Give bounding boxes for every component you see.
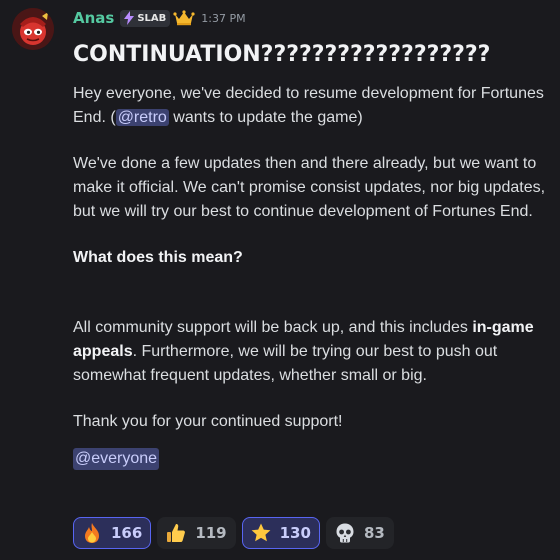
star-emoji-icon: [250, 522, 272, 544]
reaction-star[interactable]: 130: [241, 517, 320, 549]
user-mention[interactable]: @retro: [115, 109, 169, 126]
crown-icon: [173, 10, 195, 26]
paragraph-support: All community support will be back up, a…: [73, 316, 553, 388]
message-header: Anas SLAB 1:37 PM: [73, 7, 246, 29]
reactions-bar: 166 119 130 83: [73, 517, 394, 549]
avatar-image: [12, 8, 54, 50]
avatar[interactable]: [12, 8, 54, 50]
lightning-bolt-icon: [123, 11, 135, 25]
paragraph-support-text-2: . Furthermore, we will be trying our bes…: [73, 343, 498, 384]
thumbs-up-emoji-icon: [165, 522, 187, 544]
paragraph-support-text-1: All community support will be back up, a…: [73, 319, 473, 336]
paragraph-thanks: Thank you for your continued support!: [73, 413, 343, 430]
fire-emoji-icon: [81, 522, 103, 544]
reaction-fire[interactable]: 166: [73, 517, 152, 549]
everyone-mention[interactable]: @everyone: [73, 448, 160, 470]
author-name[interactable]: Anas: [73, 9, 114, 27]
server-tag-label: SLAB: [137, 12, 167, 24]
paragraph-question: What does this mean?: [73, 249, 243, 266]
paragraph-updates: We've done a few updates then and there …: [73, 155, 546, 220]
reaction-count: 119: [195, 524, 227, 542]
server-tag[interactable]: SLAB: [120, 9, 171, 27]
reaction-thumbs-up[interactable]: 119: [157, 517, 236, 549]
message-timestamp: 1:37 PM: [201, 11, 246, 25]
paragraph-intro: Hey everyone, we've decided to resume de…: [73, 82, 553, 130]
paragraph-intro-text-2: wants to update the game): [168, 109, 363, 126]
message-content: CONTINUATION?????????????????? Hey every…: [73, 36, 553, 470]
reaction-count: 166: [111, 524, 143, 542]
chat-message: Anas SLAB 1:37 PM CONTINUATION??????????…: [0, 0, 560, 560]
skull-emoji-icon: [334, 522, 356, 544]
reaction-count: 130: [279, 524, 311, 542]
reaction-count: 83: [363, 524, 385, 542]
reaction-skull[interactable]: 83: [325, 517, 394, 549]
message-headline: CONTINUATION??????????????????: [73, 42, 491, 67]
